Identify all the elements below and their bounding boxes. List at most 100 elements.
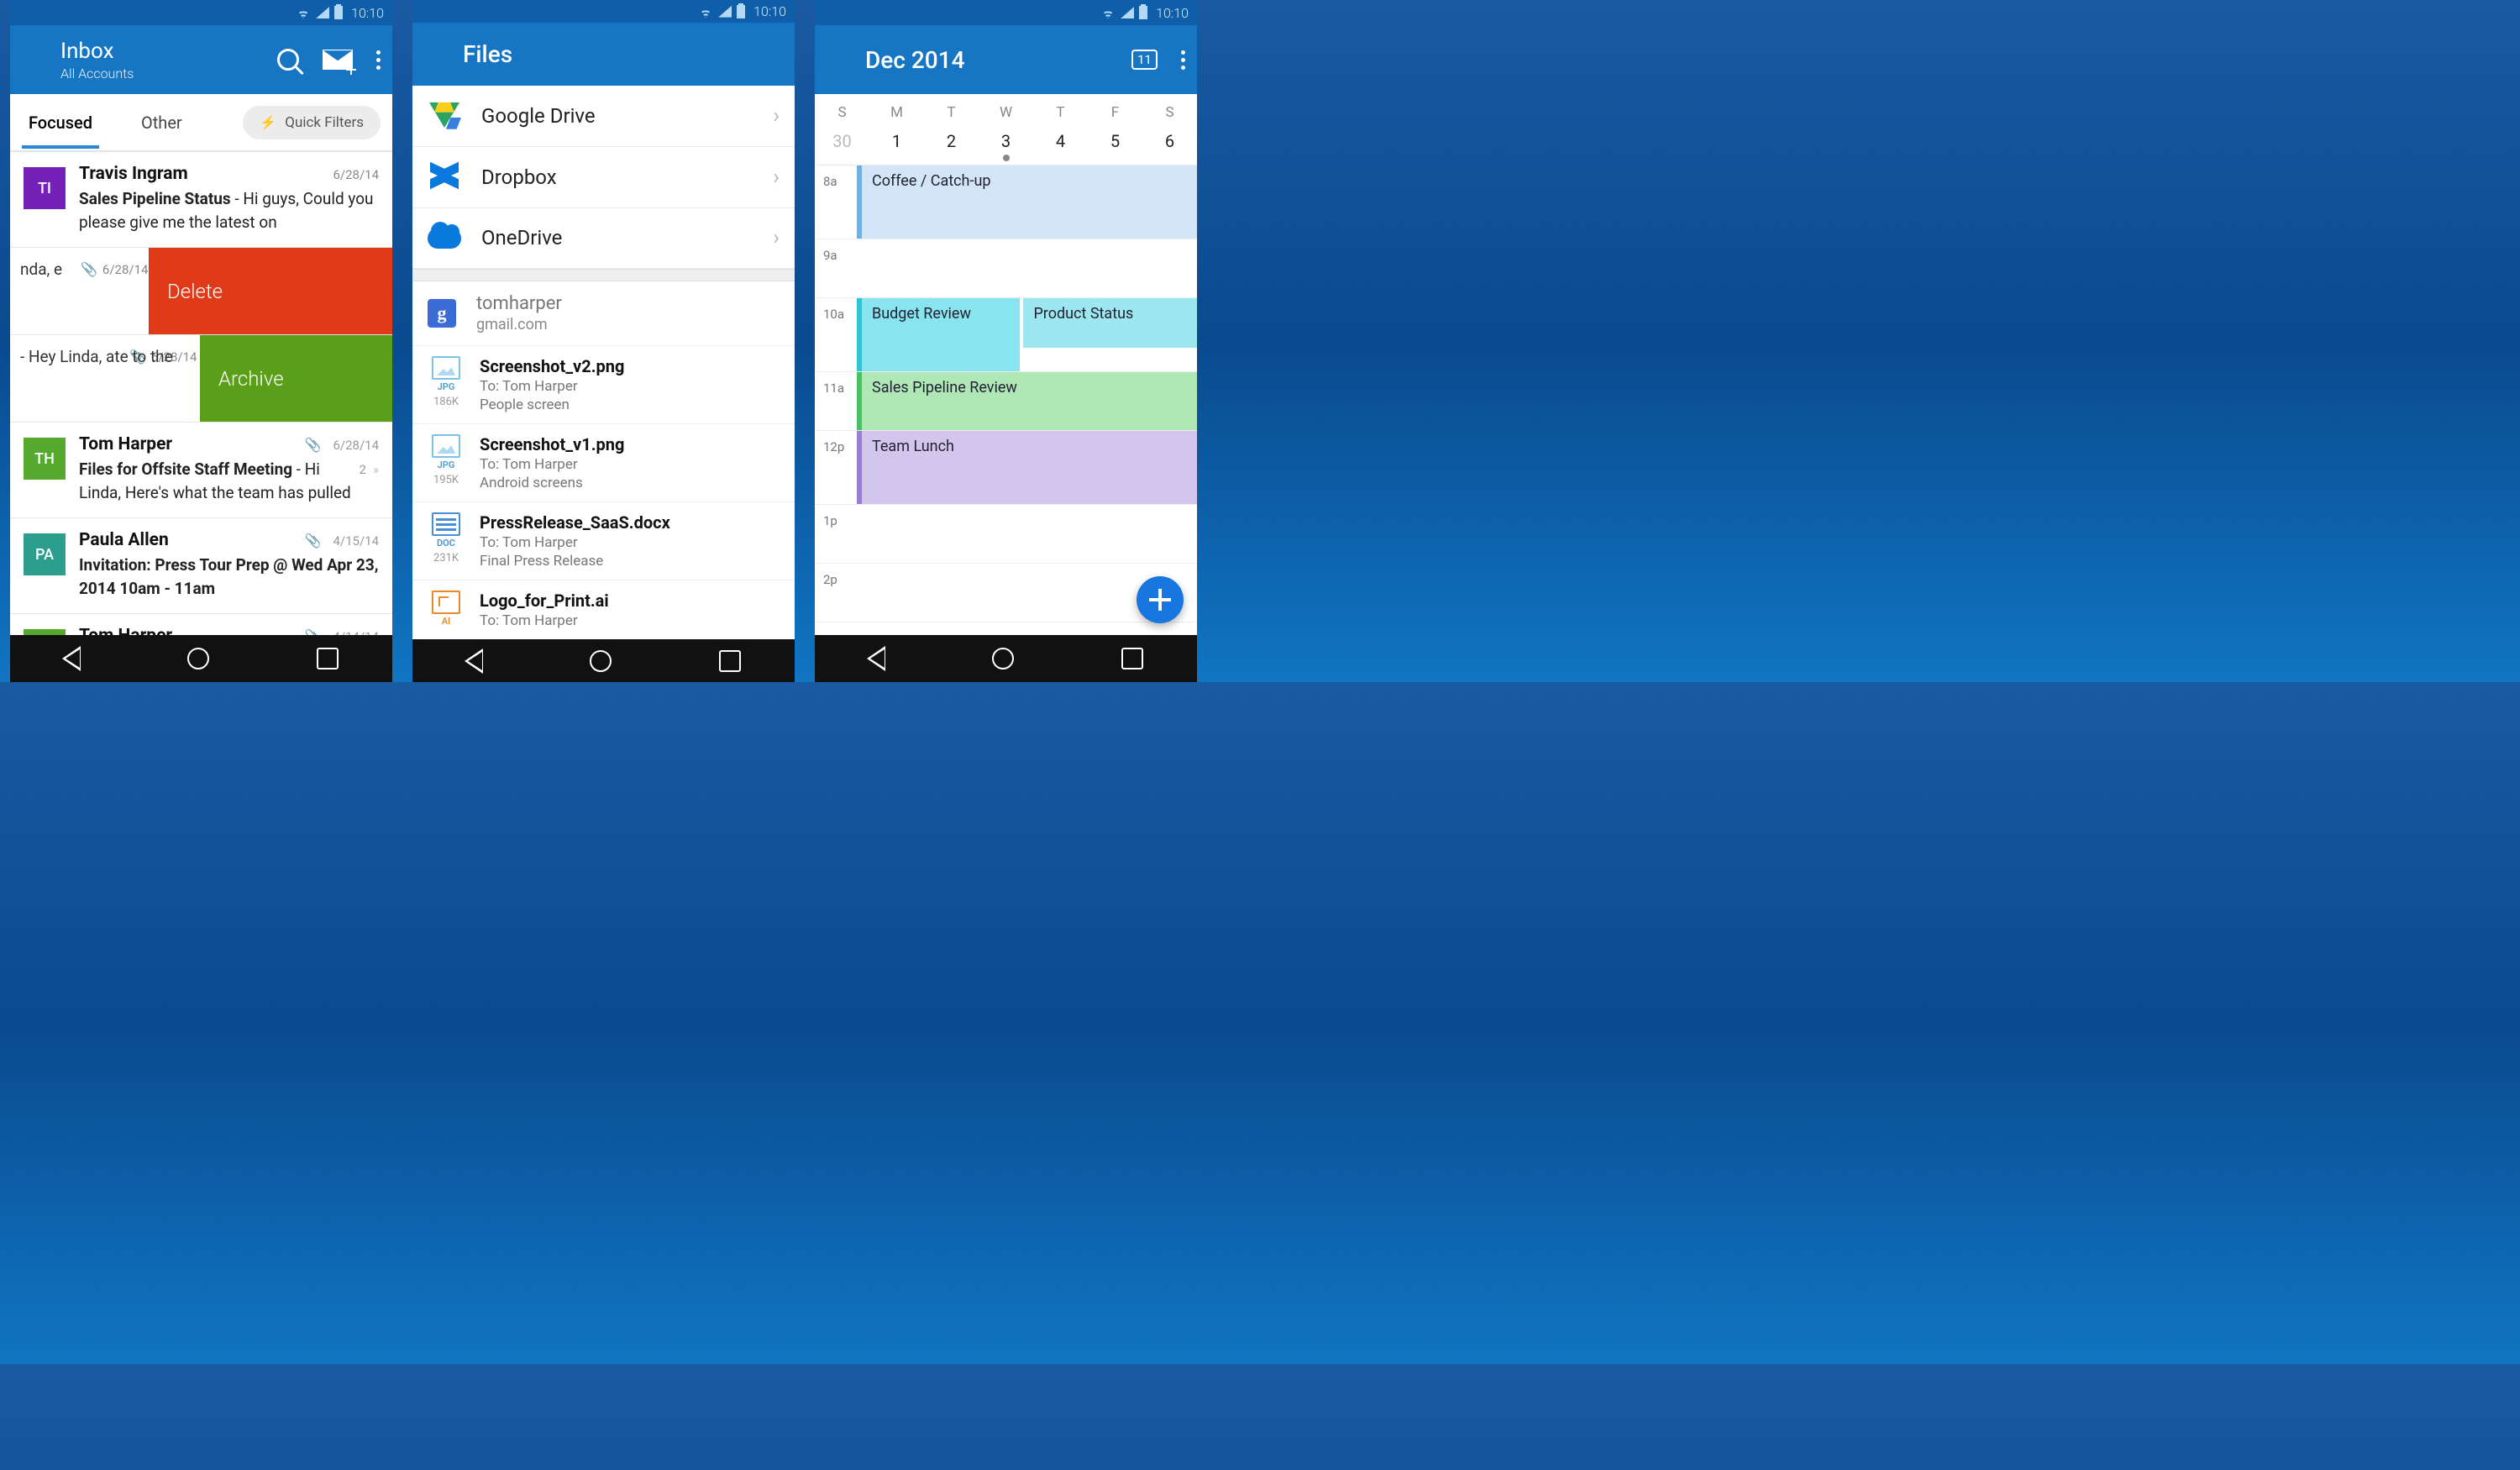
- nav-recent-icon[interactable]: [317, 648, 339, 669]
- provider-onedrive[interactable]: OneDrive ›: [412, 208, 795, 270]
- weekday: S: [815, 104, 869, 121]
- event-coffee[interactable]: Coffee / Catch-up: [857, 165, 1197, 239]
- subject: Files for Offsite Staff Meeting: [79, 459, 292, 479]
- hour-label: 11a: [815, 372, 857, 430]
- google-drive-icon: [429, 102, 459, 129]
- event-lunch[interactable]: Team Lunch: [857, 431, 1197, 504]
- wifi-icon: [1100, 7, 1116, 18]
- nav-home-icon[interactable]: [590, 650, 612, 672]
- thread-count: 2: [360, 461, 366, 480]
- weekday: S: [1142, 104, 1197, 121]
- date-cell[interactable]: 2: [924, 131, 979, 151]
- date-cell-selected[interactable]: 3: [979, 131, 1033, 151]
- file-type: JPG: [438, 381, 455, 392]
- avatar: TH: [24, 438, 66, 480]
- wifi-icon: [296, 7, 311, 18]
- day-view[interactable]: 8a Coffee / Catch-up 9a 10a Budget Revie…: [815, 165, 1197, 635]
- menu-icon[interactable]: [827, 52, 847, 67]
- file-row[interactable]: JPG195K Screenshot_v1.png To: Tom Harper…: [412, 423, 795, 501]
- inbox-tabs: Focused Other ⚡ Quick Filters: [10, 94, 392, 151]
- nav-home-icon[interactable]: [187, 648, 209, 669]
- page-title: Files: [463, 40, 783, 68]
- menu-icon[interactable]: [424, 47, 444, 62]
- attachment-icon: 📎: [81, 261, 97, 277]
- nav-recent-icon[interactable]: [719, 650, 741, 672]
- email-row[interactable]: TH Tom Harper 📎4/14/14 Fwd: Key Customer…: [10, 613, 392, 635]
- today-button[interactable]: 11: [1131, 50, 1158, 70]
- file-row[interactable]: JPG186K Screenshot_v2.png To: Tom Harper…: [412, 345, 795, 423]
- file-name: Screenshot_v1.png: [480, 434, 780, 454]
- signal-icon: [316, 7, 329, 18]
- preview: - Hey Linda, ate to the: [20, 345, 173, 369]
- provider-google-drive[interactable]: Google Drive ›: [412, 86, 795, 147]
- file-type: AI: [442, 616, 451, 627]
- swipe-delete-action[interactable]: Delete: [149, 248, 392, 334]
- menu-icon[interactable]: [22, 52, 42, 67]
- android-navbar: [815, 635, 1197, 682]
- attachment-icon: 📎: [305, 628, 322, 635]
- search-button[interactable]: [277, 49, 299, 71]
- section-divider: [412, 269, 795, 281]
- tab-focused[interactable]: Focused: [22, 97, 99, 148]
- event-product[interactable]: Product Status: [1023, 298, 1197, 348]
- date-cell[interactable]: 30: [815, 131, 869, 151]
- date-cell[interactable]: 4: [1033, 131, 1088, 151]
- weekday: T: [924, 104, 979, 121]
- avatar: PA: [24, 533, 66, 575]
- chevron-right-icon: ›: [773, 225, 780, 250]
- nav-back-icon[interactable]: [869, 648, 885, 669]
- email-date: 6/28/14: [102, 262, 149, 277]
- status-bar: 10:10: [815, 0, 1197, 25]
- clock: 10:10: [753, 3, 786, 19]
- image-file-icon: [432, 434, 460, 458]
- compose-button[interactable]: [323, 50, 353, 70]
- file-row[interactable]: DOC231K PressRelease_SaaS.docx To: Tom H…: [412, 501, 795, 580]
- email-row-swiped[interactable]: 📎6/28/14 nda, e Delete: [10, 247, 392, 334]
- avatar: TH: [24, 629, 66, 635]
- nav-recent-icon[interactable]: [1121, 648, 1143, 669]
- nav-back-icon[interactable]: [466, 650, 483, 672]
- event-budget[interactable]: Budget Review: [857, 298, 1020, 371]
- date-cell[interactable]: 1: [869, 131, 924, 151]
- email-row[interactable]: TH Tom Harper 📎6/28/14 Files for Offsite…: [10, 422, 392, 517]
- quick-filters-label: Quick Filters: [285, 114, 364, 131]
- date-cell[interactable]: 6: [1142, 131, 1197, 151]
- quick-filters-button[interactable]: ⚡ Quick Filters: [243, 106, 381, 139]
- battery-icon: [1139, 6, 1147, 19]
- add-event-fab[interactable]: [1137, 576, 1184, 623]
- event-pipeline[interactable]: Sales Pipeline Review: [857, 372, 1197, 430]
- file-recipient: To: Tom Harper: [480, 534, 780, 551]
- nav-back-icon[interactable]: [64, 648, 81, 669]
- app-bar: Files: [412, 23, 795, 86]
- battery-icon: [334, 6, 343, 19]
- account-row[interactable]: g tomharper gmail.com: [412, 281, 795, 345]
- hour-label: 2p: [815, 564, 857, 622]
- status-bar: 10:10: [10, 0, 392, 25]
- provider-dropbox[interactable]: Dropbox ›: [412, 147, 795, 208]
- signal-icon: [1121, 7, 1134, 18]
- email-row[interactable]: TI Travis Ingram 6/28/14 Sales Pipeline …: [10, 151, 392, 247]
- google-icon: g: [428, 299, 456, 328]
- provider-label: Dropbox: [481, 165, 773, 189]
- nav-home-icon[interactable]: [992, 648, 1014, 669]
- email-row[interactable]: PA Paula Allen 📎4/15/14 Invitation: Pres…: [10, 517, 392, 613]
- overflow-menu-icon[interactable]: [1181, 50, 1185, 70]
- email-list[interactable]: TI Travis Ingram 6/28/14 Sales Pipeline …: [10, 151, 392, 635]
- overflow-menu-icon[interactable]: [376, 50, 381, 70]
- dropbox-icon: [428, 164, 460, 191]
- email-row-swiped[interactable]: 📎6/28/14 - Hey Linda, ate to the Archive: [10, 334, 392, 422]
- onedrive-icon: [428, 227, 461, 249]
- mail-compose-icon: [323, 50, 353, 70]
- file-row[interactable]: AI Logo_for_Print.ai To: Tom Harper: [412, 580, 795, 639]
- chevron-right-icon: ›: [773, 103, 780, 129]
- file-desc: People screen: [480, 396, 780, 413]
- app-bar: Dec 2014 11: [815, 25, 1197, 94]
- swipe-archive-action[interactable]: Archive: [200, 335, 392, 422]
- email-date: 4/15/14: [333, 533, 379, 549]
- weekday: T: [1033, 104, 1088, 121]
- android-navbar: [10, 635, 392, 682]
- date-cell[interactable]: 5: [1088, 131, 1142, 151]
- hour-label: 12p: [815, 431, 857, 504]
- chevron-right-icon: »: [373, 461, 379, 480]
- tab-other[interactable]: Other: [134, 97, 189, 148]
